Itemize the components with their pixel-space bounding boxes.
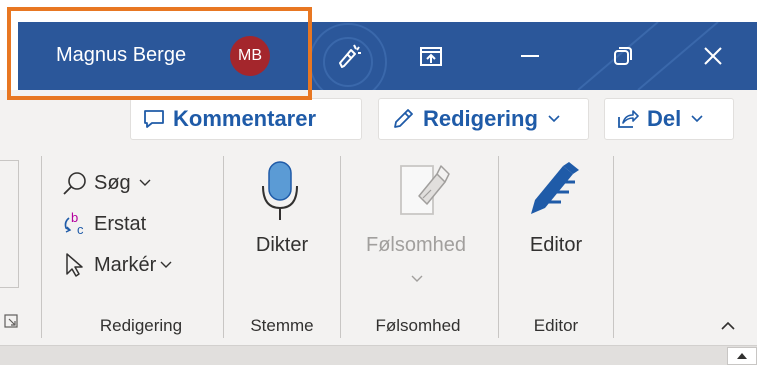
left-edge-top — [0, 160, 18, 161]
sensitivity-group-label: Følsomhed — [375, 316, 461, 335]
comments-button[interactable]: Kommentarer — [130, 98, 362, 140]
sensitivity-button[interactable]: Følsomhed — [352, 234, 480, 257]
share-icon — [617, 109, 639, 129]
svg-text:c: c — [77, 222, 84, 237]
editor-button[interactable]: Editor — [516, 234, 596, 257]
replace-label: Erstat — [94, 212, 147, 235]
find-button[interactable]: Søg — [60, 170, 151, 196]
close-icon[interactable] — [693, 22, 733, 90]
find-label: Søg — [94, 171, 131, 194]
microphone-icon[interactable] — [256, 158, 304, 227]
voice-group-label: Stemme — [250, 316, 314, 335]
minimize-icon[interactable] — [510, 22, 550, 90]
share-label: Del — [647, 106, 682, 131]
replace-button[interactable]: b c Erstat — [60, 210, 146, 238]
document-area-top — [0, 345, 757, 365]
dictate-button[interactable]: Dikter — [242, 234, 322, 257]
comment-icon — [143, 109, 165, 129]
chevron-down-icon — [548, 115, 560, 123]
chevron-down-icon — [139, 179, 151, 187]
editor-group-label: Editor — [533, 316, 579, 335]
select-button[interactable]: Markér — [60, 252, 172, 278]
dialog-launcher-icon[interactable] — [4, 314, 18, 333]
highlight-box — [7, 7, 312, 100]
triangle-up-icon — [737, 353, 747, 359]
group-divider — [498, 156, 499, 338]
group-divider — [223, 156, 224, 338]
editing-group-label: Redigering — [99, 316, 183, 335]
sensitivity-icon — [397, 160, 451, 223]
chevron-down-icon — [691, 115, 703, 123]
group-divider — [613, 156, 614, 338]
chevron-down-icon — [411, 270, 423, 288]
search-icon — [60, 170, 90, 196]
replace-icon: b c — [60, 210, 90, 238]
left-edge-bottom — [0, 287, 18, 288]
draw-pen-icon[interactable] — [330, 22, 370, 90]
group-divider — [41, 156, 42, 338]
scroll-up-button[interactable] — [727, 347, 757, 365]
ribbon: Kommentarer Redigering Del Søg b c Ersta… — [0, 90, 757, 345]
pencil-icon — [391, 107, 415, 131]
collapse-ribbon-icon[interactable] — [720, 318, 736, 336]
group-divider — [340, 156, 341, 338]
editing-mode-label: Redigering — [423, 106, 538, 131]
cursor-arrow-icon — [60, 252, 90, 278]
left-edge-line — [18, 160, 19, 288]
chevron-down-icon — [160, 261, 172, 269]
comments-label: Kommentarer — [173, 106, 317, 131]
editor-pen-icon[interactable] — [525, 160, 583, 225]
share-button[interactable]: Del — [604, 98, 734, 140]
ribbon-display-options-icon[interactable] — [411, 22, 451, 90]
restore-icon[interactable] — [603, 22, 643, 90]
select-label: Markér — [94, 253, 157, 276]
editing-mode-button[interactable]: Redigering — [378, 98, 589, 140]
